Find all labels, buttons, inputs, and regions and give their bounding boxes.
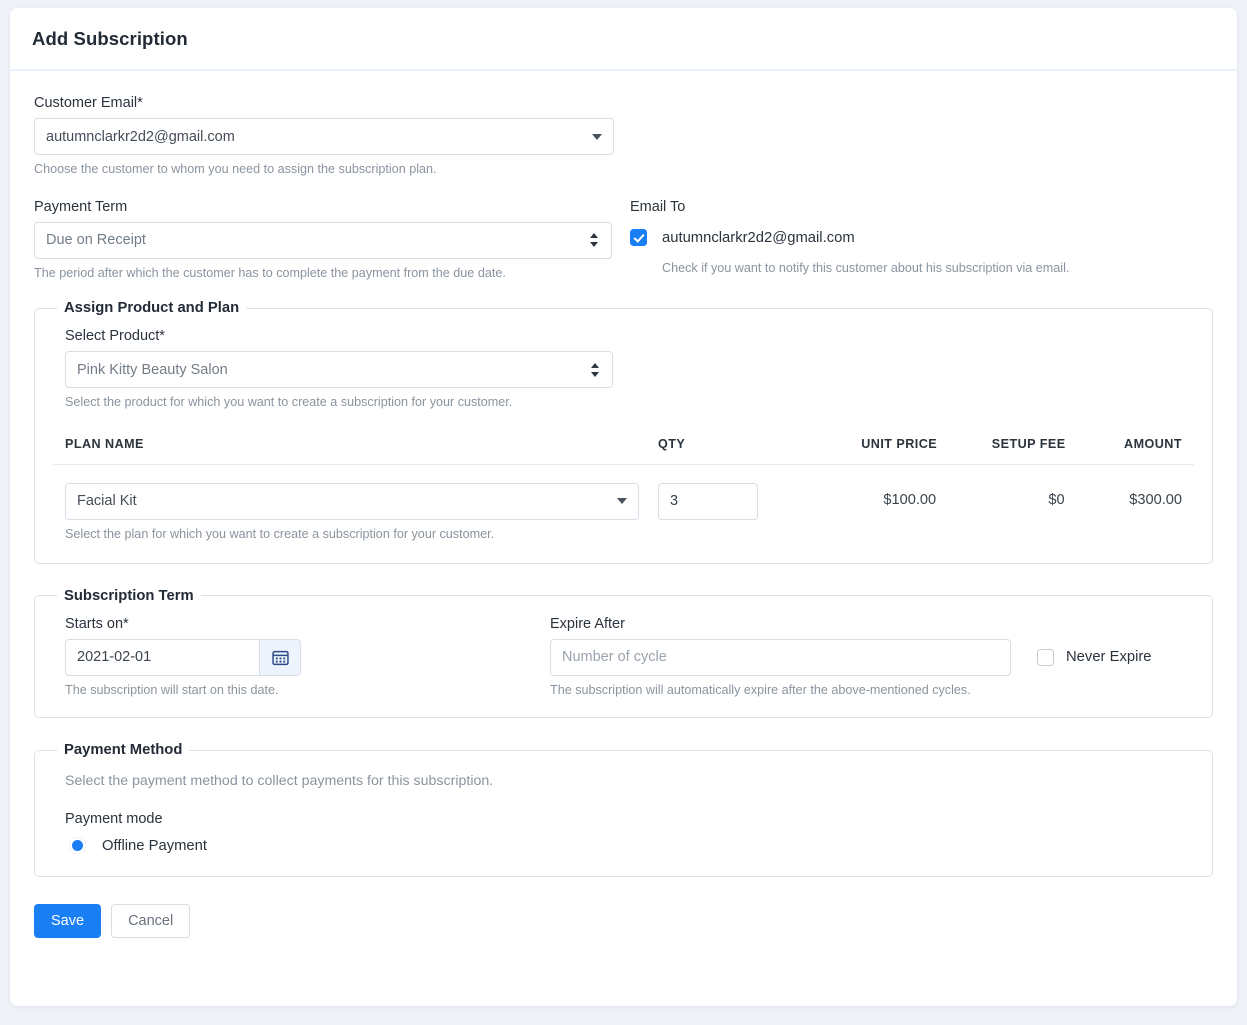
column-header-unit-price: UNIT PRICE [789, 436, 938, 465]
select-product-select[interactable]: Pink Kitty Beauty Salon [65, 351, 613, 389]
amount-value: $300.00 [1129, 491, 1182, 508]
email-to-hint: Check if you want to notify this custome… [662, 260, 1070, 275]
calendar-icon [271, 650, 289, 665]
starts-on-label: Starts on* [65, 615, 129, 632]
payment-method-content: Select the payment method to collect pay… [53, 764, 1194, 858]
plan-name-value: Facial Kit [77, 493, 137, 510]
payment-term-select[interactable]: Due on Receipt [34, 221, 612, 259]
table-row: Facial Kit Select the plan for which you… [53, 464, 1194, 544]
plans-table-header-row: PLAN NAME QTY UNIT PRICE SETUP FEE AMOUN… [53, 436, 1194, 465]
form-actions: Save Cancel [34, 904, 1213, 938]
unit-price-value: $100.00 [883, 491, 937, 508]
subscription-term-fieldset: Subscription Term Starts on* 2021-02-01 [34, 587, 1213, 719]
payment-method-description: Select the payment method to collect pay… [65, 773, 494, 790]
column-header-setup-fee: SETUP FEE [937, 436, 1066, 465]
never-expire-checkbox[interactable] [1037, 648, 1054, 666]
starts-on-hint: The subscription will start on this date… [65, 682, 279, 697]
starts-on-input[interactable]: 2021-02-01 [65, 638, 259, 676]
payment-mode-label: Payment mode [65, 811, 163, 827]
payment-term-label: Payment Term [34, 198, 128, 215]
qty-value: 3 [670, 493, 679, 510]
qty-cell: 3 [640, 464, 789, 544]
unit-price-cell: $100.00 [789, 464, 937, 544]
email-to-label: Email To [630, 198, 686, 215]
subscription-term-legend: Subscription Term [64, 587, 194, 604]
expire-after-group: Expire After Number of cycle Never Expir… [550, 616, 1194, 700]
chevron-updown-icon [591, 362, 600, 378]
amount-cell: $300.00 [1066, 464, 1194, 544]
assign-product-fieldset: Assign Product and Plan Select Product* … [34, 300, 1213, 564]
plan-name-select[interactable]: Facial Kit [65, 482, 639, 520]
chevron-down-icon [617, 498, 627, 505]
customer-email-value: autumnclarkr2d2@gmail.com [46, 128, 235, 145]
offline-payment-label: Offline Payment [102, 837, 208, 854]
email-to-address: autumnclarkr2d2@gmail.com [662, 229, 855, 246]
payment-term-hint: The period after which the customer has … [34, 265, 506, 280]
chevron-down-icon [592, 133, 602, 140]
column-header-amount: AMOUNT [1065, 436, 1194, 465]
calendar-button[interactable] [259, 638, 301, 676]
cancel-button[interactable]: Cancel [111, 904, 191, 938]
subscription-term-row: Starts on* 2021-02-01 The subscription w… [53, 610, 1194, 700]
customer-email-select[interactable]: autumnclarkr2d2@gmail.com [34, 118, 614, 155]
column-header-plan-name: PLAN NAME [53, 436, 640, 465]
select-product-hint: Select the product for which you want to… [65, 395, 513, 410]
payment-mode-option-row[interactable]: Offline Payment [65, 837, 1194, 858]
payment-term-value: Due on Receipt [46, 232, 146, 249]
add-subscription-card: Add Subscription Customer Email* autumnc… [10, 8, 1237, 1006]
form-body: Customer Email* autumnclarkr2d2@gmail.co… [10, 71, 1237, 938]
payment-method-fieldset: Payment Method Select the payment method… [34, 742, 1213, 877]
offline-payment-radio[interactable] [69, 837, 86, 854]
select-product-value: Pink Kitty Beauty Salon [77, 361, 228, 378]
customer-email-hint: Choose the customer to whom you need to … [34, 162, 437, 176]
customer-email-label: Customer Email* [34, 95, 143, 111]
email-to-checkbox[interactable] [630, 229, 647, 247]
payment-method-legend: Payment Method [64, 742, 183, 759]
payment-term-row: Payment Term Due on Receipt The period a… [34, 199, 1213, 283]
qty-input[interactable]: 3 [658, 482, 758, 520]
select-product-group: Select Product* Pink Kitty Beauty Salon … [53, 322, 613, 412]
select-product-label: Select Product* [65, 328, 165, 345]
page-title: Add Subscription [32, 27, 188, 49]
setup-fee-cell: $0 [937, 464, 1065, 544]
save-button[interactable]: Save [34, 904, 102, 938]
assign-product-legend: Assign Product and Plan [64, 300, 240, 317]
expire-after-hint: The subscription will automatically expi… [550, 682, 971, 697]
expire-after-input[interactable]: Number of cycle [550, 638, 1011, 676]
plan-name-hint: Select the plan for which you want to cr… [65, 526, 495, 541]
page-background: Add Subscription Customer Email* autumnc… [0, 0, 1247, 1025]
email-to-group: Email To autumnclarkr2d2@gmail.com Check… [630, 199, 1069, 283]
payment-term-group: Payment Term Due on Receipt The period a… [34, 199, 612, 283]
starts-on-date-wrap: 2021-02-01 [65, 638, 301, 676]
expire-after-label: Expire After [550, 615, 625, 632]
expire-after-placeholder: Number of cycle [562, 649, 667, 665]
card-header: Add Subscription [10, 8, 1237, 71]
column-header-qty: QTY [640, 436, 790, 465]
plans-table: PLAN NAME QTY UNIT PRICE SETUP FEE AMOUN… [53, 436, 1194, 545]
starts-on-value: 2021-02-01 [77, 649, 152, 665]
never-expire-label: Never Expire [1066, 649, 1152, 665]
plan-name-cell: Facial Kit Select the plan for which you… [53, 464, 640, 544]
starts-on-group: Starts on* 2021-02-01 The subscription w… [65, 616, 550, 700]
chevron-updown-icon [590, 232, 599, 248]
customer-email-group: Customer Email* autumnclarkr2d2@gmail.co… [34, 95, 614, 179]
setup-fee-value: $0 [1048, 491, 1065, 508]
email-to-checkbox-row[interactable]: autumnclarkr2d2@gmail.com [630, 222, 1069, 254]
